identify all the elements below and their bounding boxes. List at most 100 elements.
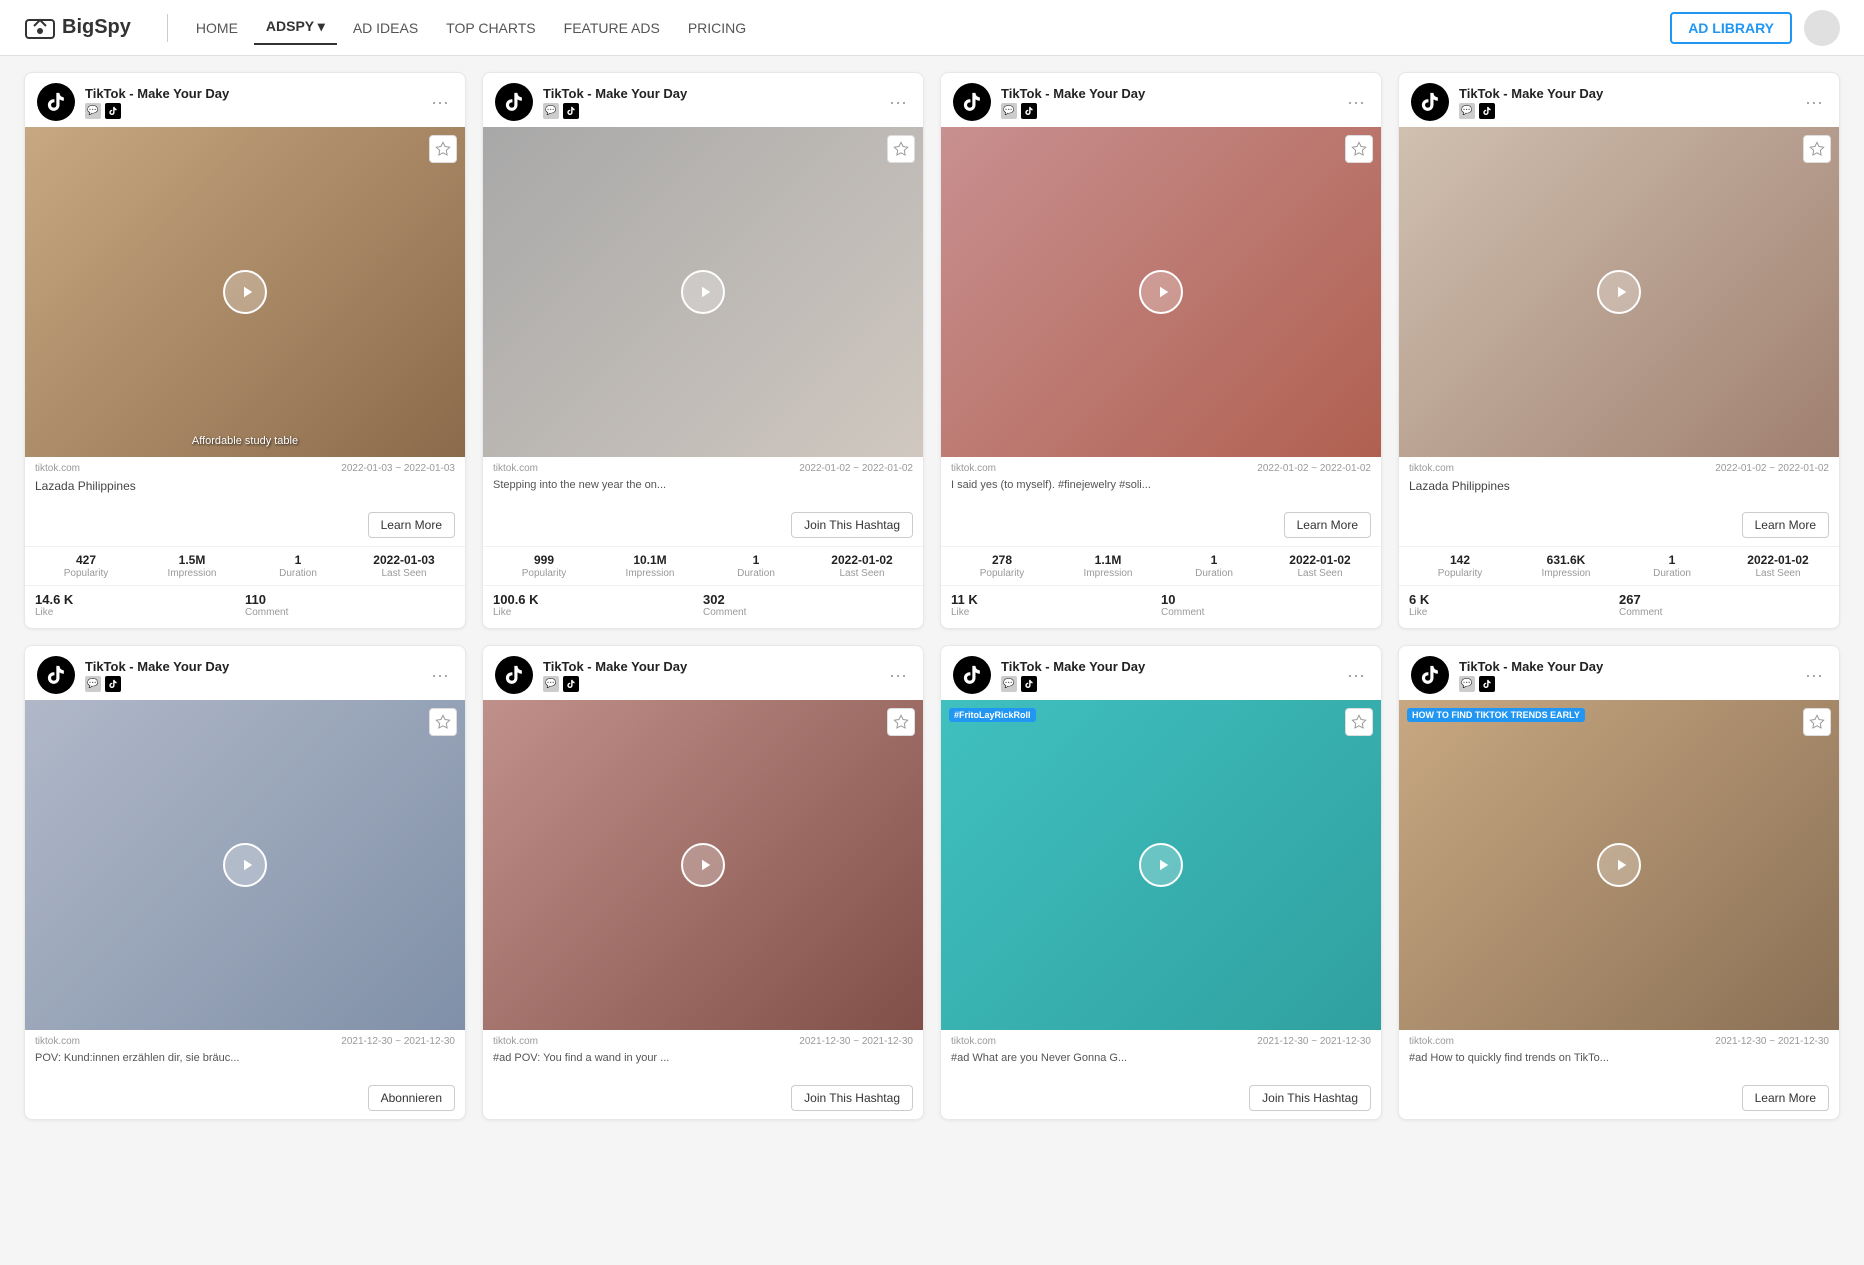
play-button[interactable] — [681, 843, 725, 887]
play-button[interactable] — [681, 270, 725, 314]
nav-actions: AD LIBRARY — [1670, 10, 1840, 46]
card-date-range: 2022-01-02 ~ 2022-01-02 — [1257, 463, 1371, 474]
card-more-button[interactable]: ··· — [885, 93, 911, 111]
card-more-button[interactable]: ··· — [885, 666, 911, 684]
card-thumbnail[interactable]: Affordable study table — [25, 127, 465, 457]
card-header: TikTok - Make Your Day 💬 ··· — [25, 73, 465, 127]
card-header: TikTok - Make Your Day 💬 ··· — [25, 646, 465, 700]
play-button[interactable] — [1139, 843, 1183, 887]
favorite-button[interactable] — [1803, 708, 1831, 736]
like-count: 100.6 K Like — [493, 592, 703, 618]
card-7: TikTok - Make Your Day 💬 ··· #FritoLayRi… — [940, 645, 1382, 1120]
cta-button[interactable]: Learn More — [1742, 512, 1829, 538]
card-5: TikTok - Make Your Day 💬 ··· — [24, 645, 466, 1120]
card-cta-area: Learn More — [25, 508, 465, 546]
card-cta-area: Learn More — [1399, 508, 1839, 546]
card-icons: 💬 — [543, 676, 875, 692]
tiktok-logo — [1411, 83, 1449, 121]
card-date-range: 2021-12-30 ~ 2021-12-30 — [1257, 1036, 1371, 1047]
nav-home[interactable]: HOME — [184, 12, 250, 44]
comment-count: 267 Comment — [1619, 592, 1829, 618]
play-button[interactable] — [1139, 270, 1183, 314]
favorite-button[interactable] — [887, 708, 915, 736]
ad-library-button[interactable]: AD LIBRARY — [1670, 12, 1792, 44]
comment-icon: 💬 — [543, 676, 559, 692]
card-more-button[interactable]: ··· — [1801, 93, 1827, 111]
nav-feature-ads[interactable]: FEATURE ADS — [552, 12, 672, 44]
card-more-button[interactable]: ··· — [1343, 666, 1369, 684]
card-title: TikTok - Make Your Day — [543, 659, 875, 674]
favorite-button[interactable] — [1803, 135, 1831, 163]
card-cta-area: Join This Hashtag — [941, 1081, 1381, 1119]
card-more-button[interactable]: ··· — [1801, 666, 1827, 684]
card-stats: 278 Popularity 1.1M Impression 1 Duratio… — [941, 546, 1381, 585]
play-button[interactable] — [223, 270, 267, 314]
card-source: tiktok.com — [493, 1036, 538, 1047]
cta-button[interactable]: Learn More — [368, 512, 455, 538]
comment-count: 302 Comment — [703, 592, 913, 618]
card-thumbnail[interactable]: #FritoLayRickRoll — [941, 700, 1381, 1030]
stat-impression: 1.5M Impression — [141, 553, 243, 579]
card-header: TikTok - Make Your Day 💬 ··· — [1399, 73, 1839, 127]
stat-impression: 631.6K Impression — [1515, 553, 1617, 579]
play-button[interactable] — [223, 843, 267, 887]
cta-button[interactable]: Abonnieren — [368, 1085, 455, 1111]
card-icons: 💬 — [1459, 103, 1791, 119]
cta-button[interactable]: Join This Hashtag — [1249, 1085, 1371, 1111]
card-description: Lazada Philippines — [25, 476, 465, 508]
card-description: Lazada Philippines — [1399, 476, 1839, 508]
avatar[interactable] — [1804, 10, 1840, 46]
card-stats: 142 Popularity 631.6K Impression 1 Durat… — [1399, 546, 1839, 585]
card-description: I said yes (to myself). #finejewelry #so… — [941, 476, 1381, 508]
play-button[interactable] — [1597, 270, 1641, 314]
stat-impression: 10.1M Impression — [599, 553, 701, 579]
card-more-button[interactable]: ··· — [1343, 93, 1369, 111]
card-meta: tiktok.com 2021-12-30 ~ 2021-12-30 — [483, 1030, 923, 1049]
card-source: tiktok.com — [951, 463, 996, 474]
cta-button[interactable]: Learn More — [1742, 1085, 1829, 1111]
card-thumbnail[interactable] — [483, 700, 923, 1030]
card-cta-area: Learn More — [1399, 1081, 1839, 1119]
stat-last-seen: 2022-01-02 Last Seen — [1269, 553, 1371, 579]
stat-last-seen: 2022-01-02 Last Seen — [1727, 553, 1829, 579]
card-date-range: 2021-12-30 ~ 2021-12-30 — [341, 1036, 455, 1047]
tiktok-logo — [37, 656, 75, 694]
card-stats: 427 Popularity 1.5M Impression 1 Duratio… — [25, 546, 465, 585]
card-thumbnail[interactable] — [25, 700, 465, 1030]
card-thumbnail[interactable] — [1399, 127, 1839, 457]
card-cta-area: Abonnieren — [25, 1081, 465, 1119]
comment-icon: 💬 — [543, 103, 559, 119]
card-thumbnail[interactable]: HOW TO FIND TIKTOK TRENDS EARLY — [1399, 700, 1839, 1030]
cta-button[interactable]: Join This Hashtag — [791, 1085, 913, 1111]
favorite-button[interactable] — [429, 708, 457, 736]
nav-top-charts[interactable]: TOP CHARTS — [434, 12, 547, 44]
stat-last-seen: 2022-01-02 Last Seen — [811, 553, 913, 579]
thumb-badge: HOW TO FIND TIKTOK TRENDS EARLY — [1407, 708, 1585, 722]
favorite-button[interactable] — [887, 135, 915, 163]
card-thumbnail[interactable] — [941, 127, 1381, 457]
advertiser-name: Lazada Philippines — [1409, 479, 1510, 493]
card-more-button[interactable]: ··· — [427, 93, 453, 111]
card-more-button[interactable]: ··· — [427, 666, 453, 684]
favorite-button[interactable] — [429, 135, 457, 163]
favorite-button[interactable] — [1345, 135, 1373, 163]
card-likes: 11 K Like 10 Comment — [941, 585, 1381, 628]
nav-ad-ideas[interactable]: AD IDEAS — [341, 12, 430, 44]
card-cta-area: Join This Hashtag — [483, 508, 923, 546]
card-title: TikTok - Make Your Day — [1459, 86, 1791, 101]
tiktok-logo — [37, 83, 75, 121]
platform-icon — [1479, 676, 1495, 692]
cta-button[interactable]: Join This Hashtag — [791, 512, 913, 538]
card-6: TikTok - Make Your Day 💬 ··· — [482, 645, 924, 1120]
card-likes: 14.6 K Like 110 Comment — [25, 585, 465, 628]
card-thumbnail[interactable] — [483, 127, 923, 457]
nav-adspy[interactable]: ADSPY ▾ — [254, 10, 337, 45]
favorite-button[interactable] — [1345, 708, 1373, 736]
stat-duration: 1 Duration — [1621, 553, 1723, 579]
card-likes: 100.6 K Like 302 Comment — [483, 585, 923, 628]
like-count: 11 K Like — [951, 592, 1161, 618]
nav-pricing[interactable]: PRICING — [676, 12, 758, 44]
logo[interactable]: BigSpy — [24, 12, 131, 44]
play-button[interactable] — [1597, 843, 1641, 887]
cta-button[interactable]: Learn More — [1284, 512, 1371, 538]
